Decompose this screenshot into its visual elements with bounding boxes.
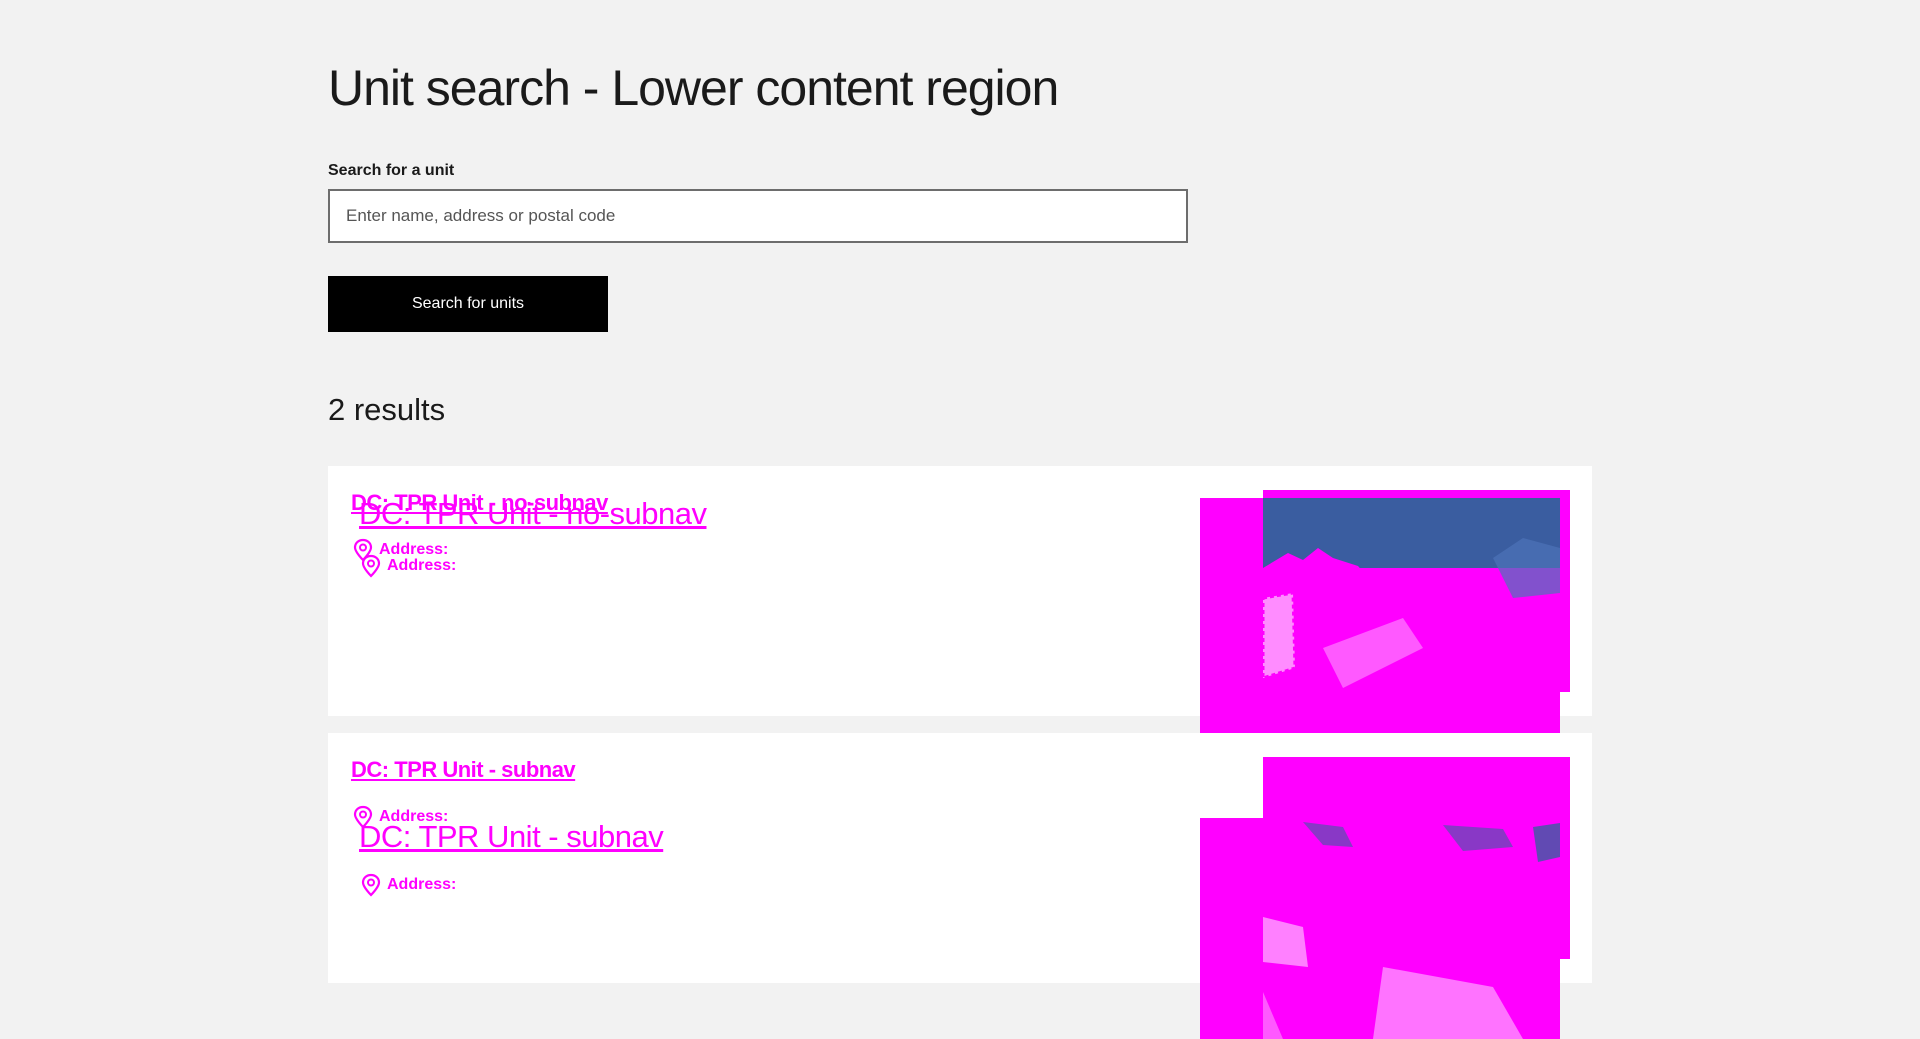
building-silhouette-image bbox=[1263, 498, 1560, 708]
unit-image bbox=[1200, 490, 1570, 738]
unit-title-link[interactable]: DC: TPR Unit - subnav bbox=[351, 757, 576, 783]
address-label: Address: bbox=[387, 557, 457, 574]
address-row-duplicate: Address: bbox=[361, 873, 456, 897]
address-row-duplicate: Address: bbox=[361, 554, 456, 578]
unit-image bbox=[1200, 757, 1570, 1039]
unit-title-link-duplicate[interactable]: DC: TPR Unit - no-subnav bbox=[359, 496, 707, 532]
search-label: Search for a unit bbox=[328, 162, 455, 179]
address-label: Address: bbox=[387, 876, 457, 893]
page-title: Unit search - Lower content region bbox=[328, 60, 1059, 116]
results-count: 2 results bbox=[328, 392, 446, 427]
location-pin-icon bbox=[361, 873, 381, 897]
unit-search-page: Unit search - Lower content region Searc… bbox=[0, 0, 1920, 1039]
building-silhouette-image bbox=[1263, 817, 1560, 1039]
search-input[interactable] bbox=[328, 189, 1188, 243]
search-for-units-button[interactable]: Search for units bbox=[328, 276, 608, 332]
location-pin-icon bbox=[361, 554, 381, 578]
unit-title-link-duplicate[interactable]: DC: TPR Unit - subnav bbox=[359, 819, 664, 855]
